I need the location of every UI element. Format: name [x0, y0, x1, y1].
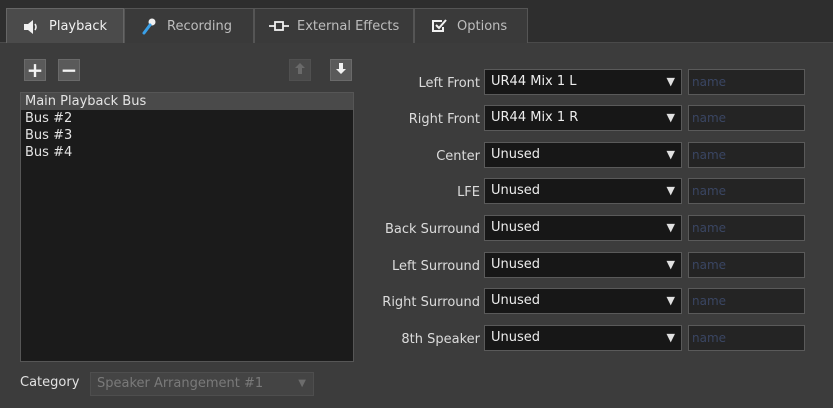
list-item[interactable]: Bus #4: [21, 144, 353, 161]
move-up-button[interactable]: [289, 59, 311, 81]
plus-icon: +: [26, 58, 44, 82]
category-label: Category: [20, 375, 80, 390]
category-value: Speaker Arrangement #1: [97, 376, 264, 391]
channel-select-left-front[interactable]: UR44 Mix 1 L ▼: [484, 69, 682, 95]
arrow-down-icon: [335, 62, 347, 78]
channel-value: Unused: [491, 257, 541, 272]
list-item[interactable]: Bus #3: [21, 127, 353, 144]
add-bus-button[interactable]: +: [24, 59, 46, 81]
tab-options[interactable]: Options: [414, 8, 528, 43]
minus-icon: −: [60, 58, 78, 82]
channel-value: Unused: [491, 293, 541, 308]
chevron-down-icon: ▼: [666, 148, 675, 161]
channel-name-field-back-surround[interactable]: [688, 215, 805, 241]
bus-list[interactable]: Main Playback Bus Bus #2 Bus #3 Bus #4: [20, 92, 354, 362]
channel-name-field-right-surround[interactable]: [688, 288, 805, 314]
channel-value: Unused: [491, 147, 541, 162]
channel-label-right-front: Right Front: [408, 112, 480, 127]
channel-select-8th-speaker[interactable]: Unused ▼: [484, 325, 682, 351]
chevron-down-icon: ▼: [666, 111, 675, 124]
channel-value: UR44 Mix 1 L: [491, 74, 577, 89]
chevron-down-icon: ▼: [666, 184, 675, 197]
tab-recording-label: Recording: [167, 18, 233, 34]
channel-select-lfe[interactable]: Unused ▼: [484, 178, 682, 204]
chevron-down-icon: ▼: [666, 258, 675, 271]
list-item[interactable]: Main Playback Bus: [21, 93, 353, 110]
channel-label-center: Center: [436, 149, 480, 164]
channel-value: Unused: [491, 330, 541, 345]
channel-label-right-surround: Right Surround: [382, 295, 480, 310]
speaker-icon: [21, 18, 41, 36]
category-select[interactable]: Speaker Arrangement #1 ▼: [90, 372, 314, 396]
channel-select-left-surround[interactable]: Unused ▼: [484, 252, 682, 278]
channel-label-8th-speaker: 8th Speaker: [401, 332, 480, 347]
chevron-down-icon: ▼: [666, 75, 675, 88]
chevron-down-icon: ▼: [666, 221, 675, 234]
microphone-icon: [139, 17, 159, 35]
channel-label-left-front: Left Front: [418, 76, 480, 91]
move-down-button[interactable]: [330, 59, 352, 81]
remove-bus-button[interactable]: −: [58, 59, 80, 81]
tab-playback[interactable]: Playback: [6, 8, 124, 44]
channel-label-back-surround: Back Surround: [384, 222, 480, 237]
tab-options-label: Options: [457, 18, 508, 34]
channel-label-left-surround: Left Surround: [392, 259, 480, 274]
channel-value: Unused: [491, 183, 541, 198]
channel-select-right-front[interactable]: UR44 Mix 1 R ▼: [484, 105, 682, 131]
channel-select-back-surround[interactable]: Unused ▼: [484, 215, 682, 241]
tab-playback-label: Playback: [49, 19, 108, 34]
channel-name-field-left-front[interactable]: [688, 69, 805, 95]
channel-name-field-right-front[interactable]: [688, 105, 805, 131]
tab-external-effects-label: External Effects: [297, 18, 400, 34]
channel-select-center[interactable]: Unused ▼: [484, 142, 682, 168]
chevron-down-icon: ▼: [666, 294, 675, 307]
chevron-down-icon: ▼: [666, 331, 675, 344]
chevron-down-icon: ▼: [298, 378, 306, 389]
channel-select-right-surround[interactable]: Unused ▼: [484, 288, 682, 314]
channel-name-field-center[interactable]: [688, 142, 805, 168]
tab-recording[interactable]: Recording: [124, 8, 254, 43]
arrow-up-icon: [294, 62, 306, 78]
tab-external-effects[interactable]: External Effects: [254, 8, 414, 43]
tab-bar: Playback Recording External Effects Opti…: [0, 0, 833, 44]
channel-name-field-left-surround[interactable]: [688, 252, 805, 278]
list-item[interactable]: Bus #2: [21, 110, 353, 127]
channel-value: UR44 Mix 1 R: [491, 110, 579, 125]
channel-label-lfe: LFE: [457, 185, 480, 200]
channel-name-field-lfe[interactable]: [688, 178, 805, 204]
channel-value: Unused: [491, 220, 541, 235]
checkbox-icon: [429, 17, 449, 35]
plug-icon: [269, 17, 289, 35]
channel-name-field-8th-speaker[interactable]: [688, 325, 805, 351]
